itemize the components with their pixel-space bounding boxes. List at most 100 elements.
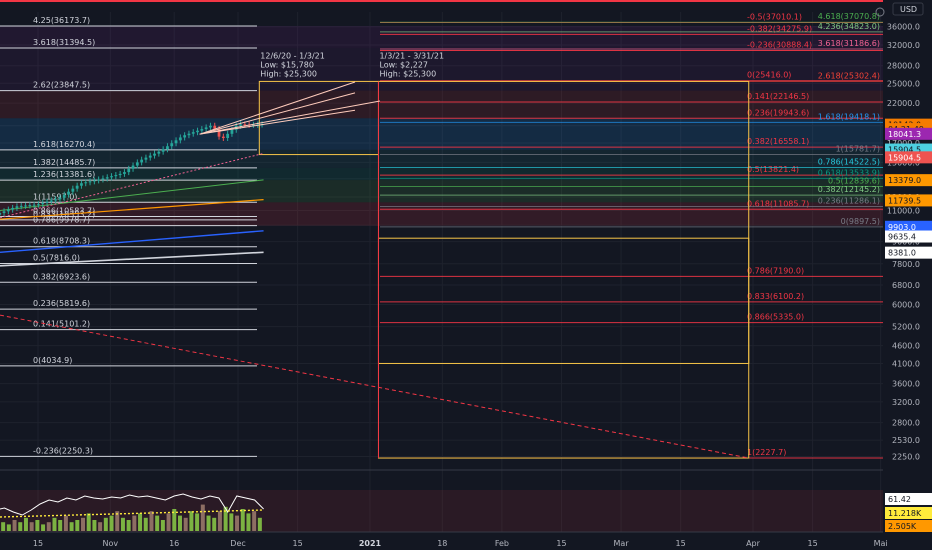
candle-body [19, 205, 23, 207]
volume-bar [206, 515, 211, 531]
volume-bar [143, 517, 148, 531]
volume-bar [235, 515, 240, 531]
candle-body [196, 130, 199, 133]
candle-body [62, 194, 66, 198]
volume-bar [120, 517, 125, 531]
fib-level-label-left: 0.141(5101.2) [33, 320, 90, 329]
candle-body [183, 135, 187, 138]
candle-body [84, 182, 88, 184]
candle-body [226, 133, 230, 139]
price-badge-text: 9903.0 [888, 223, 916, 232]
candle-body [110, 176, 113, 178]
volume-bar [257, 517, 262, 531]
candle-body [166, 146, 169, 150]
volume-bar [155, 515, 160, 531]
volume-bar [1, 522, 6, 531]
volume-bar [189, 511, 194, 531]
volume-bar [126, 520, 131, 531]
volume-bar [69, 522, 74, 531]
fib-level-label-other: 1.618(19418.1) [818, 112, 880, 121]
candle-body [75, 185, 79, 189]
x-axis-tick-label: 2021 [359, 539, 382, 548]
y-axis-tick-label: 22000.0 [887, 99, 920, 108]
volume-bar [149, 511, 154, 531]
volume-bar [81, 517, 86, 531]
volume-bar [246, 513, 251, 531]
candle-body [131, 165, 135, 169]
candle-body [209, 125, 212, 128]
volume-bar [183, 517, 188, 531]
fib-level-label-red: 0.786(7190.0) [747, 266, 804, 275]
fib-level-label-left: 0.5(7816.0) [33, 253, 80, 262]
range-box-high: High: $25,300 [379, 69, 436, 78]
candle-body [161, 149, 165, 152]
candle-body [71, 188, 75, 192]
candle-body [37, 204, 40, 206]
candle-body [15, 206, 19, 208]
range-box-low: Low: $2,227 [379, 60, 428, 69]
fibonacci-chart[interactable]: 4.25(36173.7) 3.618(31394.5) 2.62(23847.5)… [0, 0, 932, 550]
fib-level-label-other: 0.236(11286.1) [818, 197, 880, 206]
volume-bar [212, 517, 217, 531]
y-axis-tick-label: 32000.0 [887, 41, 920, 50]
range-box-low: Low: $15,780 [260, 60, 314, 69]
volume-bar [252, 511, 257, 531]
currency-label: USD [900, 5, 917, 14]
volume-bar [217, 511, 222, 531]
y-axis-tick-label: 2800.0 [892, 419, 920, 428]
volume-bar [58, 520, 63, 531]
fib-level-label-other: 0.382(12145.2) [818, 185, 880, 194]
volume-bar [52, 517, 57, 531]
volume-bar [86, 513, 91, 531]
volume-bar [6, 524, 11, 531]
fib-level-label-left: 0.382(6923.6) [33, 272, 90, 281]
y-axis-tick-label: 36000.0 [887, 23, 920, 32]
candle-body [0, 213, 2, 215]
candle-body [67, 191, 70, 195]
x-axis-tick-label: 15 [807, 539, 817, 548]
price-badge-text: 18041.3 [888, 130, 921, 139]
price-badge-text: 8381.0 [888, 249, 916, 258]
fib-level-label-left: 0(4034.9) [33, 356, 72, 365]
candle-body [153, 153, 156, 156]
candle-body [49, 200, 53, 202]
fib-level-label-left: -0.236(2250.3) [33, 446, 93, 455]
range-box-dates: 12/6/20 - 1/3/21 [260, 51, 325, 60]
x-axis-tick-label: 15 [556, 539, 566, 548]
candle-body [114, 175, 118, 177]
candle-body [58, 197, 62, 200]
candle-body [148, 155, 152, 158]
candle-body [6, 209, 10, 212]
candle-body [97, 179, 101, 181]
candle-body [170, 143, 174, 147]
fib-level-label-red: 0.5(13821.4) [747, 165, 799, 174]
candle-body [92, 180, 96, 182]
candle-body [105, 177, 109, 179]
volume-bar [63, 515, 68, 531]
range-box-dates: 1/3/21 - 3/31/21 [379, 51, 444, 60]
fib-level-label-other: 3.618(31186.6) [818, 39, 880, 48]
indicator-badge-text: 11.218K [888, 509, 922, 518]
fib-level-label-red: 0(25416.0) [747, 71, 791, 80]
y-axis-tick-label: 3200.0 [892, 398, 920, 407]
fib-level-label-left: 0.786(9978.7) [33, 216, 90, 225]
y-axis-tick-label: 2530.0 [892, 436, 920, 445]
x-axis-tick-label: Mar [614, 539, 630, 548]
fib-level-label-other: 0(9897.5) [841, 217, 880, 226]
x-axis-tick-label: 15 [676, 539, 686, 548]
x-axis-tick-label: 16 [169, 539, 179, 548]
volume-bar [132, 515, 137, 531]
volume-bar [98, 522, 103, 531]
volume-bar [200, 504, 205, 531]
candle-body [157, 151, 161, 154]
fib-level-label-red: 0.833(6100.2) [747, 292, 804, 301]
fib-level-label-left: 3.618(31394.5) [33, 38, 95, 47]
y-axis-tick-label: 28000.0 [887, 62, 920, 71]
x-axis-tick-label: Apr [746, 539, 761, 548]
fib-level-label-red: 0.236(19943.6) [747, 108, 809, 117]
price-badge-text: 13379.0 [888, 176, 921, 185]
volume-bar [46, 522, 51, 531]
fib-level-label-left: 0.618(8708.3) [33, 237, 90, 246]
volume-bar [23, 517, 28, 531]
y-axis-tick-label: 25000.0 [887, 79, 920, 88]
